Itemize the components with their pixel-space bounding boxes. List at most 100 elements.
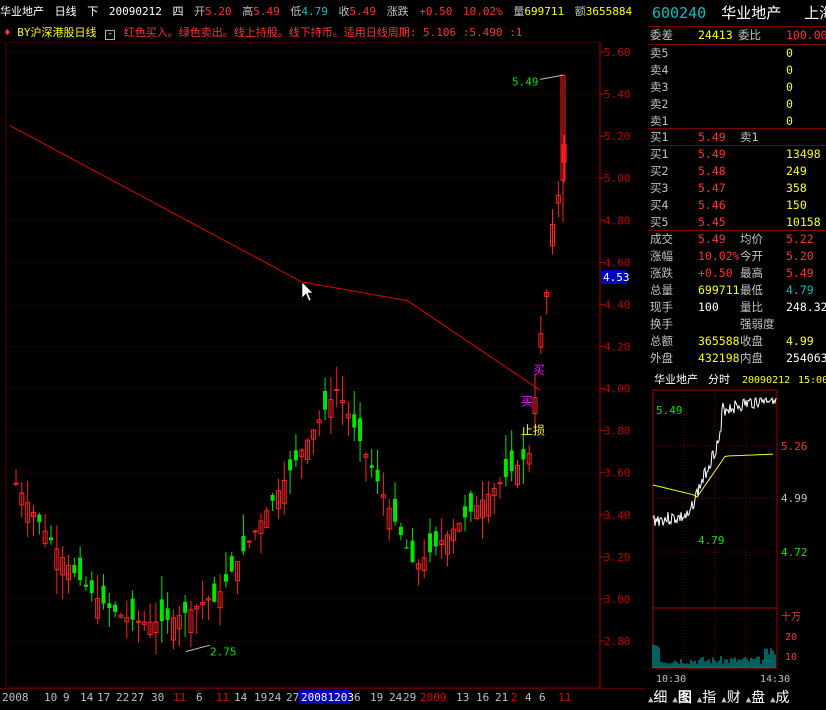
stat-row: 外盘 432198 内盘 254063 (650, 350, 826, 367)
high-value: 5.49 (253, 5, 280, 18)
sell-level-label: 卖5 (650, 46, 669, 60)
stat-value: 4.79 (786, 283, 814, 297)
date-tick-label: 19 (254, 691, 267, 704)
stat-value: 5.49 (698, 232, 726, 246)
intraday-minichart[interactable]: 华业地产 分时 20090212 15:00 5.26 4.99 4.72 十万 20 10 5.4… (650, 370, 826, 688)
change-value: +0.50 (419, 5, 453, 18)
buy-price: 5.48 (698, 164, 726, 178)
date-tick-label: 11 (558, 691, 571, 704)
stat-value: 5.49 (786, 266, 814, 280)
buy-row: 买2 5.48 249 (650, 163, 826, 180)
tab-4[interactable]: 盘 (751, 688, 765, 708)
date-tick-label: 19 (370, 691, 383, 704)
candle-body (48, 537, 53, 541)
tab-0[interactable]: 细 (653, 688, 667, 708)
mini-stock-name: 华业地产 (654, 372, 698, 386)
high-annotation-line (539, 74, 564, 80)
indicator-expand-icon[interactable]: ♦ (4, 26, 11, 39)
candle-body (463, 506, 468, 518)
price-tick-label: 3.80 (604, 425, 631, 438)
tab-3[interactable]: 财 (727, 688, 741, 708)
sell-volume: 0 (786, 80, 793, 94)
stat-value: 100 (698, 300, 719, 314)
date-tick-label: 6 (354, 691, 361, 704)
mini-low-label: 4.79 (698, 534, 725, 547)
mini-y-label: 4.72 (781, 546, 808, 559)
minus-icon[interactable]: - (105, 30, 116, 40)
stat-value: 10.02% (698, 249, 740, 263)
candles-group (13, 74, 567, 655)
stat-label: 最低 (740, 283, 763, 297)
quote-stock-name: 华业地产 (721, 4, 782, 22)
date-tick-label: 2008 (2, 691, 29, 704)
buy-level-label: 买2 (650, 164, 669, 178)
stat-row: 涨跌 +0.50 最高 5.49 (650, 265, 826, 282)
stat-label: 均价 (740, 232, 763, 246)
high-label: 高 (242, 5, 254, 18)
candle-body (246, 540, 252, 543)
candle-body (468, 493, 473, 512)
mini-chart-type: 分时 (708, 373, 730, 386)
buy-price: 5.49 (698, 147, 726, 161)
date-tick-label: 14 (80, 691, 94, 704)
buy-price: 5.45 (698, 215, 726, 229)
candle-body (72, 565, 77, 574)
candlestick-chart[interactable]: 5.60 5.40 5.20 5.00 4.80 4.60 4.40 4.20 4.00 3.80… (0, 42, 646, 688)
price-tick-label: 5.60 (604, 46, 631, 59)
sell-row: 卖5 0 (650, 45, 826, 62)
stat-value: 365588 (698, 334, 740, 348)
low-annotation-label: 2.75 (210, 645, 237, 658)
tab-1[interactable]: 图 (678, 688, 692, 708)
date-tick-label: 27 (286, 691, 299, 704)
weibi-label: 委比 (738, 28, 761, 42)
candle-body (323, 390, 328, 410)
stat-label: 总量 (650, 283, 673, 297)
tab-2[interactable]: 指 (702, 688, 716, 708)
candle-body (212, 583, 217, 602)
buy-price: 5.46 (698, 198, 726, 212)
tab-5[interactable]: 成 (776, 688, 790, 708)
candle-body (113, 604, 118, 612)
price-tick-label: 3.60 (604, 467, 631, 480)
stock-name: 华业地产 (0, 5, 44, 18)
date-tick-label: 4 (525, 691, 532, 704)
buy-level-label: 买1 (650, 147, 669, 161)
stat-value: 254063 (786, 351, 826, 365)
buy-marker: 买 (533, 363, 545, 377)
date-tick-label: 20081203 (301, 691, 354, 704)
price-tick-label: 5.40 (604, 88, 631, 101)
mini-background (650, 370, 826, 688)
buy-price: 5.47 (698, 181, 726, 195)
period-label[interactable]: 日线 (55, 5, 77, 18)
buy1-price: 5.49 (698, 130, 726, 144)
candle-body (165, 608, 170, 620)
stat-value: +0.50 (698, 266, 733, 280)
candle-body (223, 574, 228, 582)
stat-row: 涨幅 10.02% 今开 5.20 (650, 248, 826, 265)
date-tick-label: 16 (476, 691, 489, 704)
candle-body (509, 450, 514, 472)
stat-row: 总量 699711 最低 4.79 (650, 282, 826, 299)
stat-value: 4.99 (786, 334, 814, 348)
indicator-title[interactable]: BY沪深港股日线 (17, 26, 96, 39)
stat-value: 432198 (698, 351, 740, 365)
sell-volume: 0 (786, 97, 793, 111)
stat-label: 强弱度 (740, 317, 775, 331)
date-axis: 2008109141722273011611141924271220081203… (0, 688, 646, 704)
panel-tabs: ▲细 ▲图 ▲指 ▲财 ▲盘 ▲成 (648, 688, 826, 708)
date-tick-label: 9 (63, 691, 70, 704)
sell-row: 卖4 0 (650, 62, 826, 79)
candle-body (358, 418, 363, 441)
mini-date: 20090212 (742, 375, 790, 386)
buy-level-label: 买5 (650, 215, 669, 229)
mini-time: 15:00 (798, 375, 826, 386)
date-tick-label: 14 (234, 691, 248, 704)
stat-label: 外盘 (650, 351, 673, 365)
stat-label: 涨跌 (650, 266, 673, 280)
open-value: 5.20 (205, 5, 232, 18)
sell-level-label: 卖2 (650, 97, 669, 111)
stat-label: 量比 (740, 300, 763, 314)
candle-body (241, 535, 246, 552)
candle-body (521, 449, 526, 460)
mini-time-label: 14:30 (760, 674, 790, 685)
